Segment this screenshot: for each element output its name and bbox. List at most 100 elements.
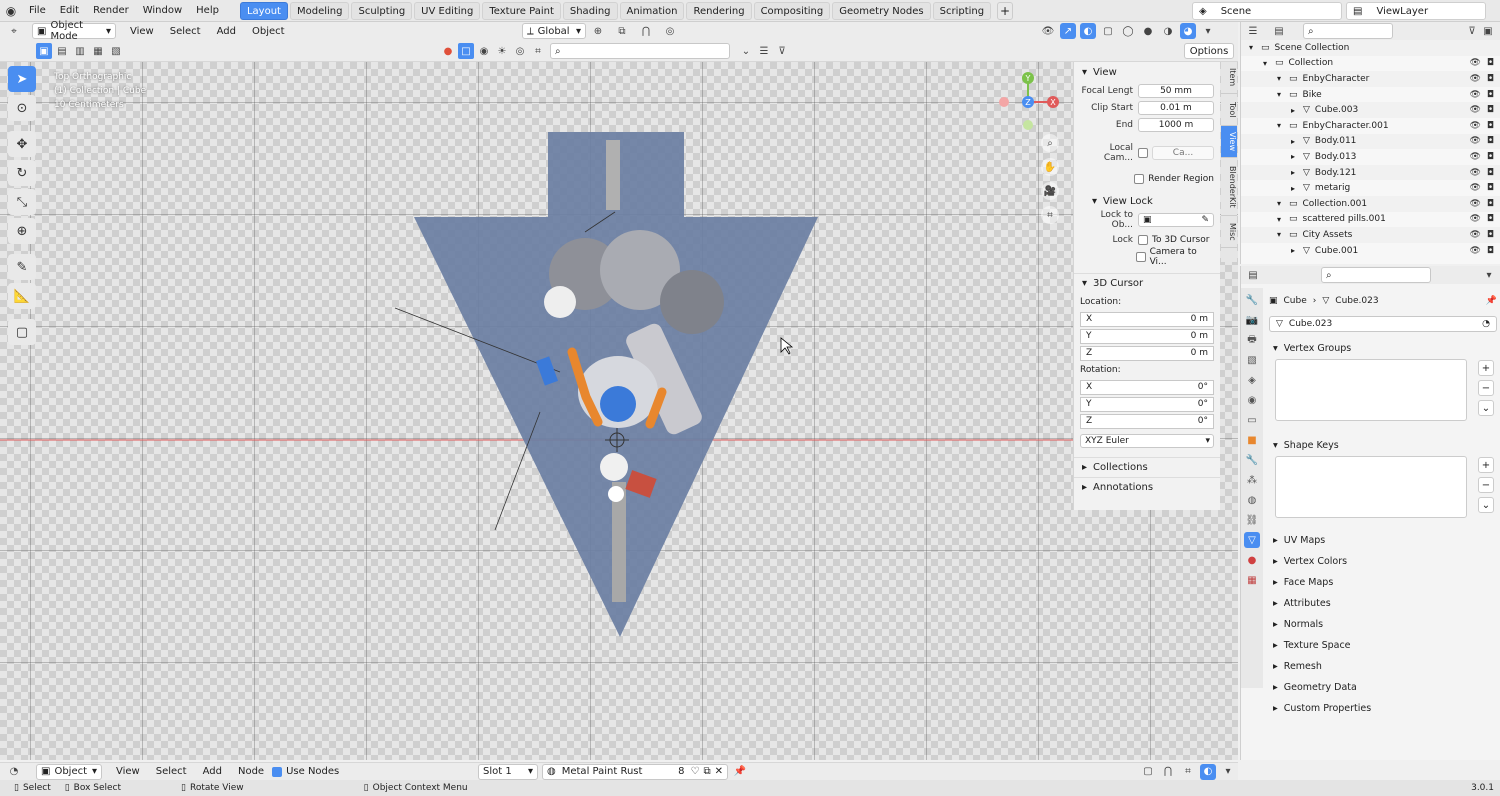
new-collection-icon[interactable]: ▣	[1480, 23, 1496, 39]
shape-key-menu-button[interactable]: ⌄	[1478, 497, 1494, 513]
select-invert-icon[interactable]: ▦	[90, 43, 106, 59]
shape-keys-header[interactable]: ▾ Shape Keys	[1269, 435, 1497, 456]
outliner-row[interactable]: ▾ ▭ EnbyCharacter 👁 ◘	[1241, 71, 1500, 87]
display-mode-icon[interactable]: ▤	[1271, 23, 1287, 39]
gizmo-icon[interactable]: ↗	[1060, 23, 1076, 39]
sort-icon[interactable]: ☰	[756, 43, 772, 59]
add-cube-tool-icon[interactable]: ▢	[8, 319, 36, 345]
filter-dropdown-icon[interactable]: ⌄	[738, 43, 754, 59]
focal-length-field[interactable]: 50 mm	[1138, 84, 1214, 98]
camera-icon[interactable]: ◘	[1487, 58, 1494, 68]
outliner-row[interactable]: ▾ ▭ City Assets 👁 ◘	[1241, 227, 1500, 243]
camera-icon[interactable]: ◘	[1487, 105, 1494, 115]
pan-hand-icon[interactable]: ✋	[1041, 158, 1059, 176]
pin-icon[interactable]: 📌	[1486, 296, 1497, 306]
cursor-rot-z-field[interactable]: Z 0°	[1080, 413, 1214, 429]
mesh-name-field[interactable]: ▽ Cube.023 ◔	[1269, 316, 1497, 332]
section-attributes[interactable]: ▸ Attributes	[1269, 593, 1497, 614]
local-camera-checkbox[interactable]	[1138, 148, 1148, 158]
tab-blenderkit[interactable]: BlenderKit	[1221, 158, 1237, 216]
menu-edit[interactable]: Edit	[53, 1, 86, 21]
outliner-row[interactable]: ▾ ▭ scattered pills.001 👁 ◘	[1241, 212, 1500, 228]
select-subtract-icon[interactable]: ▥	[72, 43, 88, 59]
collection-tab-icon[interactable]: ▭	[1244, 412, 1260, 428]
duplicate-icon[interactable]: ⧉	[703, 766, 710, 777]
tab-uv-editing[interactable]: UV Editing	[414, 1, 481, 20]
scale-tool-icon[interactable]: ⤡	[8, 189, 36, 215]
outliner-row[interactable]: ▾ ▭ Scene Collection	[1241, 40, 1500, 56]
render-tab-icon[interactable]: 📷	[1244, 312, 1260, 328]
eyedropper-icon[interactable]: ✎	[1201, 215, 1213, 225]
tab-item[interactable]: Item	[1221, 62, 1237, 94]
magnet-icon[interactable]: ⋂	[638, 23, 654, 39]
menu-file[interactable]: File	[22, 1, 53, 21]
options-dropdown[interactable]: Options	[1184, 43, 1234, 59]
tab-modeling[interactable]: Modeling	[289, 1, 350, 20]
snap-icon[interactable]: ⋂	[1160, 764, 1176, 780]
overlay-icon[interactable]: ◐	[1080, 23, 1096, 39]
select-new-icon[interactable]: ▣	[36, 43, 52, 59]
material-shading-icon[interactable]: ◑	[1160, 23, 1176, 39]
to-3d-cursor-checkbox[interactable]	[1138, 235, 1148, 245]
remove-shape-key-button[interactable]: −	[1478, 477, 1494, 493]
render-region-checkbox[interactable]	[1134, 174, 1145, 184]
annotations-header[interactable]: ▸ Annotations	[1074, 477, 1220, 497]
scene-selector[interactable]: ◈ Scene	[1192, 2, 1342, 20]
section-face-maps[interactable]: ▸ Face Maps	[1269, 572, 1497, 593]
scene-tab-icon[interactable]: ◈	[1244, 372, 1260, 388]
zoom-icon[interactable]: ⌕	[1041, 134, 1059, 152]
annotate-tool-icon[interactable]: ✎	[8, 254, 36, 280]
tab-geometry-nodes[interactable]: Geometry Nodes	[832, 1, 931, 20]
modifier-tab-icon[interactable]: 🔧	[1244, 452, 1260, 468]
cursor-rot-x-field[interactable]: X 0°	[1080, 379, 1214, 395]
camera-to-view-checkbox[interactable]	[1135, 252, 1146, 262]
wireframe-shading-icon[interactable]: ◯	[1120, 23, 1136, 39]
view-layer-selector[interactable]: ▤ ViewLayer	[1346, 2, 1486, 20]
texture-tab-icon[interactable]: ▦	[1244, 572, 1260, 588]
fake-user-icon[interactable]: ♡	[691, 766, 700, 777]
collections-header[interactable]: ▸ Collections	[1074, 457, 1220, 477]
physics-tab-icon[interactable]: ◍	[1244, 492, 1260, 508]
viewport-menu-select[interactable]: Select	[162, 26, 209, 37]
disclosure-triangle-icon[interactable]: ▸	[1291, 246, 1303, 255]
backdrop-icon[interactable]: ▢	[1140, 764, 1156, 780]
view-lock-header[interactable]: ▾ View Lock	[1074, 191, 1220, 211]
rotate-tool-icon[interactable]: ↻	[8, 160, 36, 186]
eye-icon[interactable]: 👁	[1469, 246, 1480, 256]
menu-render[interactable]: Render	[86, 1, 136, 21]
outliner-row[interactable]: ▾ ▭ Collection.001 👁 ◘	[1241, 195, 1500, 212]
material-tab-icon[interactable]: ●	[1244, 552, 1260, 568]
vertex-groups-header[interactable]: ▾ Vertex Groups	[1269, 338, 1497, 359]
pin-icon[interactable]: 📌	[732, 764, 748, 780]
section-normals[interactable]: ▸ Normals	[1269, 614, 1497, 635]
slot-dropdown[interactable]: Slot 1 ▾	[478, 763, 538, 780]
tab-sculpting[interactable]: Sculpting	[351, 1, 413, 20]
eye-icon[interactable]: 👁	[1469, 74, 1480, 84]
view-section-header[interactable]: ▾ View	[1074, 62, 1220, 82]
section-vertex-colors[interactable]: ▸ Vertex Colors	[1269, 551, 1497, 572]
camera-icon[interactable]: ◘	[1487, 230, 1494, 240]
eye-icon[interactable]: 👁	[1469, 214, 1480, 224]
vertex-groups-list[interactable]: + − ⌄	[1275, 359, 1494, 421]
clip-end-field[interactable]: 1000 m	[1138, 118, 1214, 132]
section-uv-maps[interactable]: ▸ UV Maps	[1269, 530, 1497, 551]
camera-icon[interactable]: ◘	[1487, 168, 1494, 178]
tool-tab-icon[interactable]: 🔧	[1244, 292, 1260, 308]
chevron-down-icon[interactable]: ▾	[1220, 764, 1236, 780]
tab-shading[interactable]: Shading	[562, 1, 618, 20]
section-texture-space[interactable]: ▸ Texture Space	[1269, 635, 1497, 656]
empty-filter-icon[interactable]: ⌗	[530, 43, 546, 59]
eye-icon[interactable]: 👁	[1469, 152, 1480, 162]
camera-icon[interactable]: ◘	[1487, 74, 1494, 84]
tab-compositing[interactable]: Compositing	[753, 1, 831, 20]
light-filter-icon[interactable]: ☀	[494, 43, 510, 59]
tab-scripting[interactable]: Scripting	[932, 1, 992, 20]
disclosure-triangle-icon[interactable]: ▾	[1249, 43, 1261, 52]
shield-icon[interactable]: ◔	[1482, 319, 1490, 329]
editor-type-icon[interactable]: ⌖	[6, 23, 22, 39]
viewport-search-input[interactable]: ⌕	[550, 43, 730, 59]
add-shape-key-button[interactable]: +	[1478, 457, 1494, 473]
close-icon[interactable]: ✕	[715, 766, 723, 777]
mesh-filter-icon[interactable]: ◉	[476, 43, 492, 59]
xray-icon[interactable]: ▢	[1100, 23, 1116, 39]
